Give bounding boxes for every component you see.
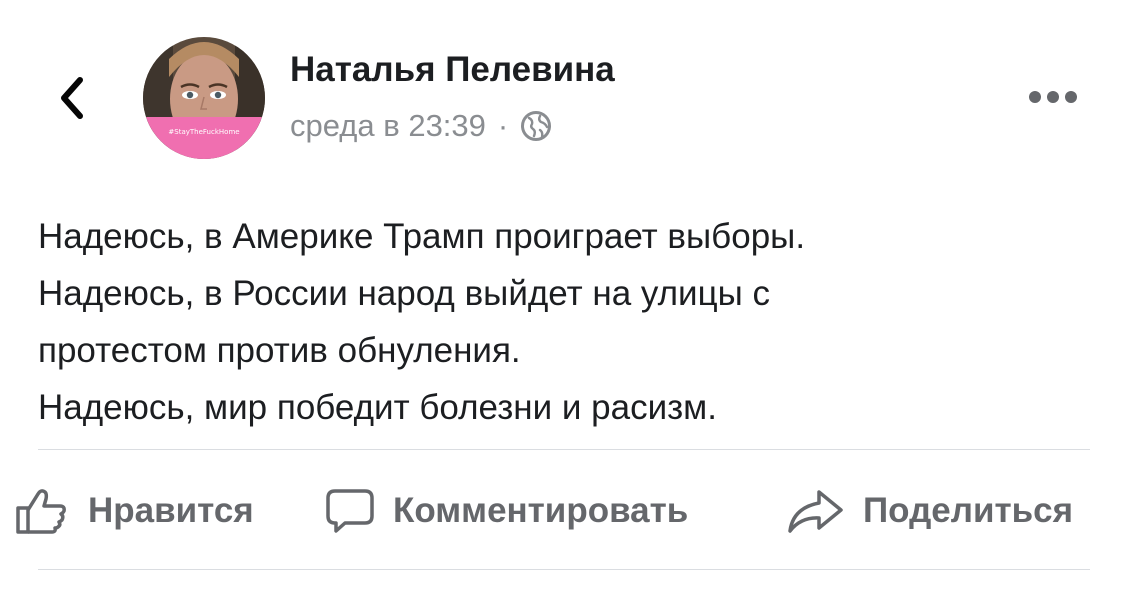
comment-label: Комментировать: [393, 491, 689, 530]
avatar-frame-banner: #StayTheFuckHome: [143, 117, 265, 159]
comment-icon: [323, 486, 377, 536]
share-label: Поделиться: [863, 491, 1074, 530]
post-meta: среда в 23:39 ·: [290, 106, 552, 146]
thumbs-up-icon: [14, 486, 72, 536]
share-arrow-icon: [785, 486, 847, 536]
back-button[interactable]: [50, 70, 94, 126]
post-timestamp[interactable]: среда в 23:39: [290, 108, 486, 144]
like-label: Нравится: [88, 491, 254, 530]
globe-icon[interactable]: [520, 110, 552, 142]
share-button[interactable]: Поделиться: [785, 476, 1073, 546]
post-text: Надеюсь, в Америке Трамп проиграет выбор…: [38, 208, 1098, 436]
more-horizontal-icon: [1029, 91, 1077, 103]
action-bar: Нравится Комментировать Поделиться: [0, 476, 1125, 546]
avatar[interactable]: #StayTheFuckHome: [143, 37, 265, 159]
author-name[interactable]: Наталья Пелевина: [290, 50, 615, 90]
chevron-left-icon: [61, 77, 83, 119]
post-line: Надеюсь, мир победит болезни и расизм.: [38, 388, 717, 427]
meta-separator: ·: [497, 108, 509, 143]
post-line: Надеюсь, в России народ выйдет на улицы …: [38, 274, 771, 313]
post-line: протестом против обнуления.: [38, 331, 521, 370]
more-options-button[interactable]: [1023, 82, 1083, 112]
post-line: Надеюсь, в Америке Трамп проиграет выбор…: [38, 217, 806, 256]
comment-button[interactable]: Комментировать: [323, 476, 688, 546]
like-button[interactable]: Нравится: [14, 476, 254, 546]
divider: [38, 449, 1090, 450]
divider: [38, 569, 1090, 570]
